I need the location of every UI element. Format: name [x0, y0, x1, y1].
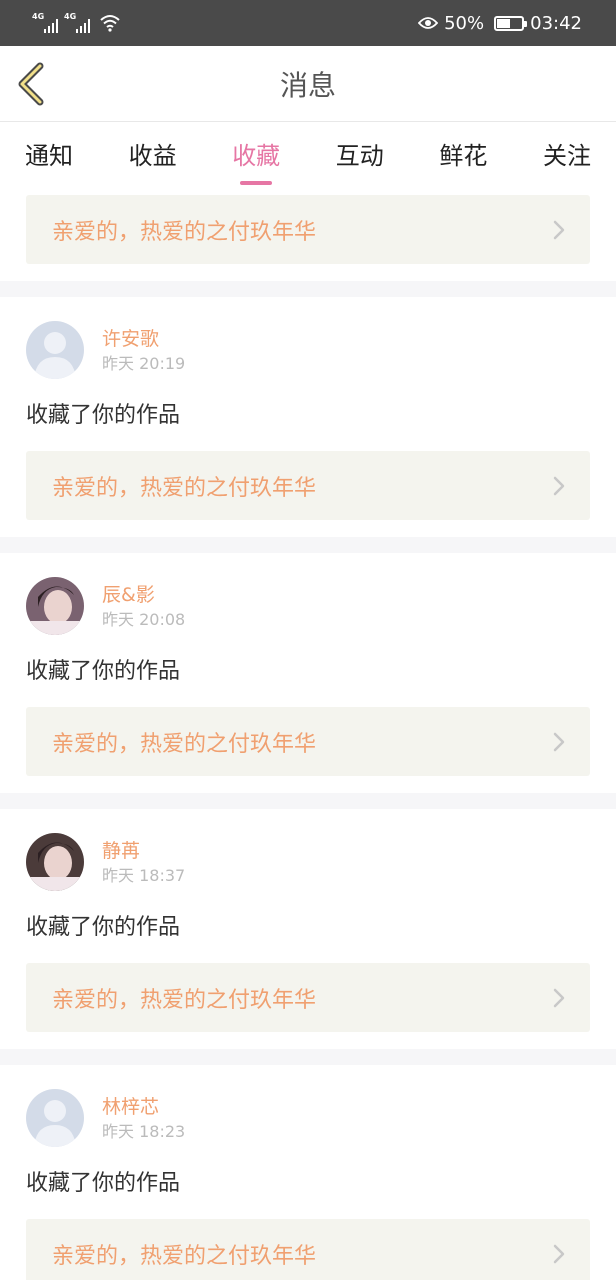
message-card: 许安歌昨天 20:19 收藏了你的作品亲爱的，热爱的之付玖年华 — [0, 297, 616, 537]
message-card: 亲爱的，热爱的之付玖年华 — [0, 188, 616, 281]
clock: 03:42 — [530, 12, 582, 34]
user-row: 辰&影昨天 20:08 — [26, 577, 590, 637]
user-row: 林梓芯昨天 18:23 — [26, 1089, 590, 1149]
battery-icon — [494, 15, 528, 31]
tab-label: 通知 — [25, 141, 73, 170]
timestamp: 昨天 18:37 — [102, 866, 186, 885]
message-feed: 亲爱的，热爱的之付玖年华 许安歌 昨天 20:19 收藏了你的作品 亲爱的，热爱的之付… — [0, 188, 616, 1280]
photo-avatar-icon — [26, 833, 84, 891]
username[interactable]: 辰&影 — [102, 583, 185, 607]
tab-5[interactable]: 关注 — [543, 136, 591, 175]
card-separator — [0, 1049, 616, 1065]
signal-icon: 4G — [32, 12, 58, 33]
tab-label: 关注 — [542, 141, 591, 170]
card-separator — [0, 281, 616, 297]
status-right: 50% 03:42 — [418, 13, 582, 34]
chevron-right-icon — [553, 1244, 565, 1263]
user-row: 许安歌昨天 20:19 — [26, 321, 590, 381]
work-link[interactable]: 亲爱的，热爱的之付玖年华 — [26, 195, 590, 264]
user-meta: 静苒昨天 18:37 — [102, 833, 185, 887]
active-tab-indicator — [240, 180, 273, 185]
tab-label: 互动 — [335, 141, 384, 170]
timestamp: 昨天 18:23 — [102, 1122, 186, 1141]
card-separator — [0, 793, 616, 809]
default-avatar-icon — [26, 321, 84, 379]
tab-label: 鲜花 — [439, 141, 488, 170]
signal-icon: 4G — [64, 12, 90, 33]
network-type: 4G — [64, 12, 77, 21]
network-type: 4G — [32, 12, 45, 21]
status-bar: 4G 4G 50% 03:42 — [0, 0, 616, 46]
chevron-left-icon[interactable] — [14, 62, 50, 106]
tab-4[interactable]: 鲜花 — [439, 136, 487, 175]
chevron-right-icon — [553, 476, 565, 495]
avatar[interactable] — [26, 1089, 84, 1147]
chevron-right-icon — [553, 732, 565, 751]
user-row: 静苒昨天 18:37 — [26, 833, 590, 893]
default-avatar-icon — [26, 1089, 84, 1147]
battery-percent: 50% — [444, 12, 485, 34]
chevron-right-icon — [553, 220, 565, 239]
photo-avatar-icon — [26, 577, 84, 635]
tab-label: 收益 — [128, 141, 177, 170]
timestamp: 昨天 20:08 — [102, 610, 186, 629]
tab-2[interactable]: 收藏 — [232, 136, 281, 185]
user-meta: 辰&影昨天 20:08 — [102, 577, 185, 631]
timestamp: 昨天 20:19 — [102, 354, 186, 373]
tab-3[interactable]: 互动 — [336, 136, 384, 175]
message-text: 收藏了你的作品 — [26, 659, 181, 684]
work-title: 亲爱的，热爱的之付玖年华 — [52, 475, 317, 501]
message-text: 收藏了你的作品 — [26, 915, 181, 940]
work-title: 亲爱的，热爱的之付玖年华 — [52, 1243, 317, 1269]
message-card: 静苒昨天 18:37 收藏了你的作品亲爱的，热爱的之付玖年华 — [0, 809, 616, 1049]
work-link[interactable]: 亲爱的，热爱的之付玖年华 — [26, 963, 590, 1032]
wifi-icon — [100, 15, 120, 32]
tab-1[interactable]: 收益 — [129, 136, 177, 175]
work-title: 亲爱的，热爱的之付玖年华 — [52, 731, 317, 757]
nav-bar: 消息 — [0, 46, 616, 122]
user-meta: 许安歌昨天 20:19 — [102, 321, 185, 375]
username[interactable]: 许安歌 — [102, 327, 185, 351]
work-link[interactable]: 亲爱的，热爱的之付玖年华 — [26, 707, 590, 776]
avatar[interactable] — [26, 321, 84, 379]
message-card: 林梓芯昨天 18:23 收藏了你的作品亲爱的，热爱的之付玖年华 — [0, 1065, 616, 1280]
username[interactable]: 静苒 — [102, 839, 185, 863]
tab-label: 收藏 — [232, 141, 281, 170]
message-card: 辰&影昨天 20:08 收藏了你的作品亲爱的，热爱的之付玖年华 — [0, 553, 616, 793]
work-link[interactable]: 亲爱的，热爱的之付玖年华 — [26, 451, 590, 520]
avatar[interactable] — [26, 833, 84, 891]
user-meta: 林梓芯昨天 18:23 — [102, 1089, 185, 1143]
work-title: 亲爱的，热爱的之付玖年华 — [52, 219, 317, 245]
tab-0[interactable]: 通知 — [25, 136, 73, 175]
work-title: 亲爱的，热爱的之付玖年华 — [52, 987, 317, 1013]
card-separator — [0, 537, 616, 553]
status-left: 4G 4G — [32, 12, 120, 33]
message-text: 收藏了你的作品 — [26, 403, 181, 428]
chevron-right-icon — [553, 988, 565, 1007]
work-link[interactable]: 亲爱的，热爱的之付玖年华 — [26, 1219, 590, 1280]
tab-bar: 通知 收益 收藏 互动 鲜花 关注 — [0, 122, 616, 188]
username[interactable]: 林梓芯 — [102, 1095, 185, 1119]
page-title: 消息 — [279, 68, 336, 102]
message-text: 收藏了你的作品 — [26, 1171, 181, 1196]
eye-icon — [418, 17, 439, 29]
avatar[interactable] — [26, 577, 84, 635]
